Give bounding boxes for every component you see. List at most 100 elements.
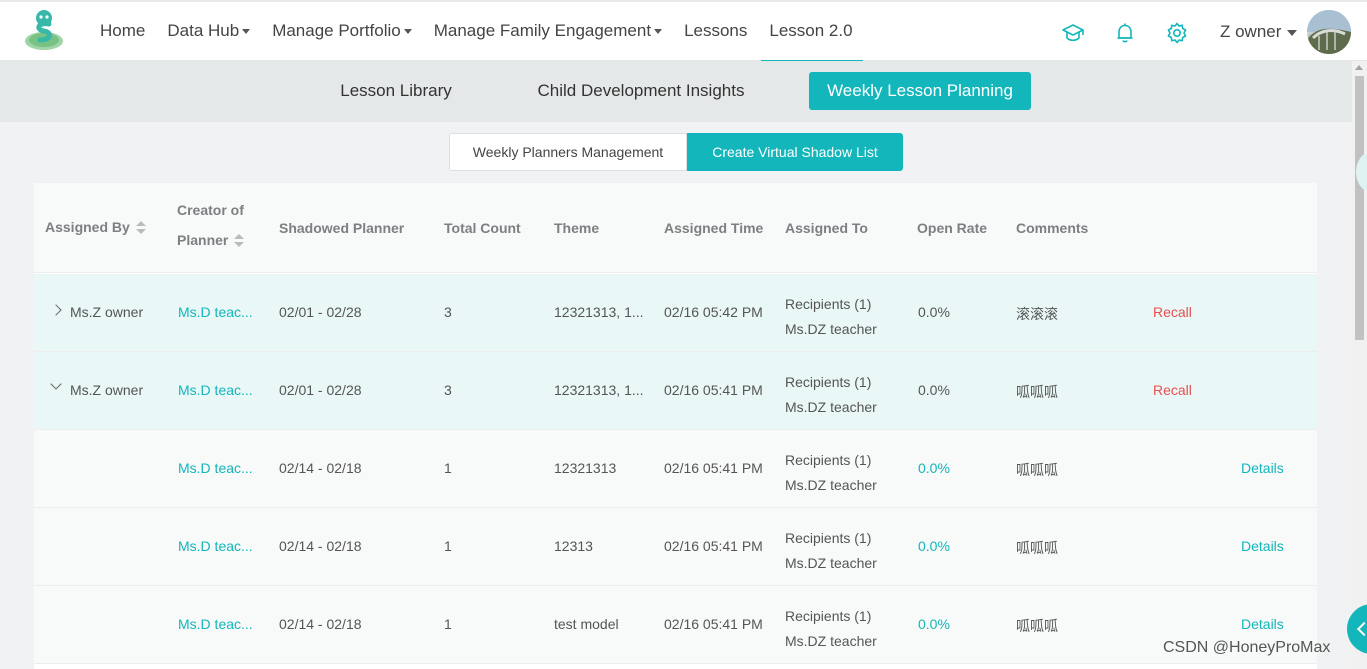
nav-manage-family-engagement[interactable]: Manage Family Engagement	[433, 2, 663, 62]
recall-button[interactable]: Recall	[1153, 304, 1192, 320]
cell-creator-link[interactable]: Ms.D teac...	[178, 616, 253, 632]
cell-assigned-time: 02/16 05:41 PM	[664, 382, 763, 398]
header-shadowed-planner: Shadowed Planner	[279, 220, 405, 236]
recipients-count: Recipients (1)	[785, 296, 872, 312]
cell-theme: 12321313, 1...	[554, 382, 644, 398]
cell-assigned-time: 02/16 05:41 PM	[664, 460, 763, 476]
cell-total-count: 1	[444, 538, 452, 554]
scroll-up-arrow-icon[interactable]	[1355, 65, 1363, 70]
watermark: CSDN @HoneyProMax	[1163, 639, 1331, 656]
cell-theme: 12321313, 1...	[554, 304, 644, 320]
cell-open-rate: 0.0%	[918, 304, 950, 320]
nav-manage-portfolio[interactable]: Manage Portfolio	[272, 2, 412, 62]
graduation-cap-icon[interactable]	[1061, 21, 1085, 45]
nav-lessons-label: Lessons	[684, 21, 748, 40]
tab-child-development-insights[interactable]: Child Development Insights	[526, 72, 756, 110]
caret-down-icon	[242, 29, 251, 35]
cell-open-rate-link[interactable]: 0.0%	[918, 616, 950, 632]
details-link[interactable]: Details	[1241, 460, 1284, 476]
header-assigned-to: Assigned To	[785, 220, 868, 236]
cell-theme: 12313	[554, 538, 593, 554]
header-creator-line2: Planner	[177, 232, 229, 248]
nav-lesson-2-label: Lesson 2.0	[769, 21, 853, 40]
lesson-subnav: Lesson Library Child Development Insight…	[0, 61, 1352, 122]
cell-open-rate-link[interactable]: 0.0%	[918, 460, 950, 476]
cell-shadowed-planner: 02/01 - 02/28	[279, 382, 362, 398]
avatar[interactable]	[1307, 10, 1351, 54]
app-logo-icon[interactable]	[22, 8, 66, 52]
tab-lesson-library[interactable]: Lesson Library	[330, 72, 462, 110]
tab-weekly-lesson-planning[interactable]: Weekly Lesson Planning	[809, 72, 1031, 110]
cell-theme: 12321313	[554, 460, 617, 476]
cell-assigned-by: Ms.Z owner	[70, 382, 144, 398]
cell-creator-link[interactable]: Ms.D teac...	[178, 538, 253, 554]
header-assigned-by[interactable]: Assigned By	[45, 219, 146, 235]
nav-home-label: Home	[100, 21, 146, 40]
details-link[interactable]: Details	[1241, 538, 1284, 554]
cell-total-count: 3	[444, 382, 452, 398]
weekly-planners-management-button[interactable]: Weekly Planners Management	[449, 133, 687, 171]
shadow-list-table: Assigned By Creator of Planner Shadowed …	[34, 183, 1317, 669]
header-creator-of-planner[interactable]: Planner	[177, 232, 245, 248]
nav-lessons[interactable]: Lessons	[684, 2, 747, 62]
cell-comments: 呱呱呱	[1016, 618, 1058, 634]
recipient-name: Ms.DZ teacher	[785, 633, 877, 649]
nav-data-hub[interactable]: Data Hub	[167, 2, 251, 62]
cell-shadowed-planner: 02/14 - 02/18	[279, 460, 362, 476]
user-menu[interactable]: Z owner	[1220, 2, 1281, 62]
cell-creator-link[interactable]: Ms.D teac...	[178, 304, 253, 320]
top-navbar: Home Data Hub Manage Portfolio Manage Fa…	[0, 0, 1367, 63]
create-virtual-shadow-list-button[interactable]: Create Virtual Shadow List	[687, 133, 903, 171]
cell-assigned-to: Recipients (1) Ms.DZ teacher	[785, 604, 877, 654]
user-caret-down-icon[interactable]	[1287, 30, 1297, 36]
cell-shadowed-planner: 02/14 - 02/18	[279, 616, 362, 632]
bell-icon[interactable]	[1113, 21, 1137, 45]
header-theme: Theme	[554, 220, 600, 236]
recipients-count: Recipients (1)	[785, 452, 872, 468]
recall-button[interactable]: Recall	[1153, 382, 1192, 398]
table-row: Ms.Z owner Ms.D teac... 02/01 - 02/28 3 …	[34, 274, 1317, 352]
cell-theme: test model	[554, 616, 619, 632]
recipients-count: Recipients (1)	[785, 608, 872, 624]
table-header: Assigned By Creator of Planner Shadowed …	[34, 183, 1317, 273]
header-creator-line1: Creator of	[177, 202, 244, 218]
header-assigned-time: Assigned Time	[664, 220, 764, 236]
sort-icon[interactable]	[135, 221, 146, 235]
page-scrollbar[interactable]	[1352, 61, 1367, 669]
user-name-label: Z owner	[1220, 22, 1282, 41]
header-comments: Comments	[1016, 220, 1089, 236]
table-row: Ms.D teac... 02/14 - 02/18 1 12321313 02…	[34, 430, 1317, 508]
cell-total-count: 1	[444, 616, 452, 632]
recipient-name: Ms.DZ teacher	[785, 399, 877, 415]
expand-chevron-icon[interactable]	[50, 304, 62, 316]
nav-lesson-2[interactable]: Lesson 2.0	[761, 2, 863, 63]
caret-down-icon	[654, 29, 663, 35]
gear-icon[interactable]	[1165, 21, 1189, 45]
nav-manage-family-engagement-label: Manage Family Engagement	[433, 21, 652, 40]
header-total-count: Total Count	[444, 220, 521, 236]
nav-home[interactable]: Home	[100, 2, 145, 62]
details-link[interactable]: Details	[1241, 616, 1284, 632]
sort-icon[interactable]	[234, 234, 245, 248]
header-open-rate: Open Rate	[917, 220, 988, 236]
cell-creator-link[interactable]: Ms.D teac...	[178, 382, 253, 398]
cell-comments: 滚滚滚	[1016, 306, 1058, 322]
main-nav: Home Data Hub Manage Portfolio Manage Fa…	[100, 2, 875, 63]
recipients-count: Recipients (1)	[785, 374, 872, 390]
table-row: Ms.D teac... 02/14 - 02/18 1 12313 02/16…	[34, 508, 1317, 586]
scrollbar-thumb[interactable]	[1355, 76, 1364, 340]
cell-shadowed-planner: 02/14 - 02/18	[279, 538, 362, 554]
cell-assigned-to: Recipients (1) Ms.DZ teacher	[785, 526, 877, 576]
recipient-name: Ms.DZ teacher	[785, 555, 877, 571]
cell-total-count: 1	[444, 460, 452, 476]
cell-assigned-by: Ms.Z owner	[70, 304, 144, 320]
recipient-name: Ms.DZ teacher	[785, 321, 877, 337]
cell-open-rate-link[interactable]: 0.0%	[918, 538, 950, 554]
collapse-chevron-icon[interactable]	[50, 378, 62, 390]
cell-creator-link[interactable]: Ms.D teac...	[178, 460, 253, 476]
cell-assigned-time: 02/16 05:42 PM	[664, 304, 763, 320]
chevron-left-icon[interactable]	[1347, 604, 1367, 654]
table-row: Ms.D teac... 02/14 - 02/18 1 test model …	[34, 586, 1317, 664]
cell-assigned-time: 02/16 05:41 PM	[664, 538, 763, 554]
table-row: Ms.Z owner Ms.D teac... 02/01 - 02/28 3 …	[34, 352, 1317, 430]
